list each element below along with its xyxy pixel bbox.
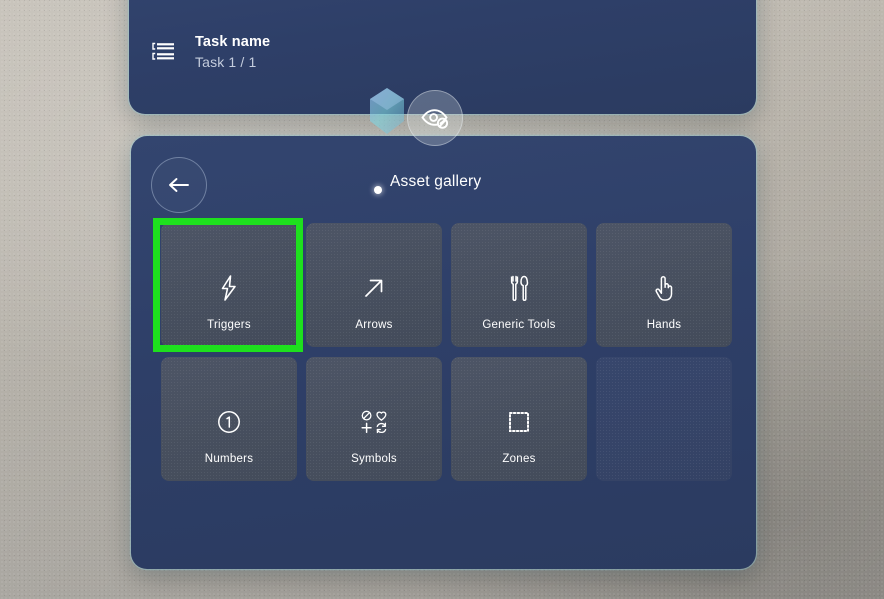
asset-category-grid: Triggers Arrows Generic Tools Hands Numb…: [161, 223, 732, 481]
asset-tile-label: Arrows: [355, 319, 393, 331]
asset-tile-hands[interactable]: Hands: [596, 223, 732, 347]
back-button[interactable]: [151, 157, 207, 213]
asset-tile-generic-tools[interactable]: Generic Tools: [451, 223, 587, 347]
page-title: Asset gallery: [390, 173, 482, 190]
arrow-left-icon: [169, 178, 189, 192]
asset-tile-symbols[interactable]: Symbols: [306, 357, 442, 481]
asset-tile-label: Zones: [502, 453, 536, 465]
symbols-grid-icon: [306, 407, 442, 437]
task-text-block: Task name Task 1 / 1: [195, 34, 270, 70]
dotted-square-icon: [451, 407, 587, 437]
task-step-counter: Task 1 / 1: [195, 53, 257, 70]
task-list-icon: [152, 42, 174, 60]
circled-one-icon: [161, 407, 297, 437]
asset-tile-label: Hands: [646, 319, 682, 331]
asset-tile-arrows[interactable]: Arrows: [306, 223, 442, 347]
asset-tile-label: Symbols: [351, 453, 397, 465]
hide-holograms-button[interactable]: [407, 90, 463, 146]
asset-tile-label: Triggers: [207, 319, 251, 331]
asset-tile-label: Numbers: [204, 453, 254, 465]
asset-tile-triggers[interactable]: Triggers: [161, 223, 297, 347]
lightning-bolt-icon: [161, 273, 297, 303]
asset-tile-numbers[interactable]: Numbers: [161, 357, 297, 481]
asset-tile-label: Generic Tools: [482, 319, 556, 331]
gaze-dot-cursor: [374, 186, 382, 194]
tools-icon: [451, 273, 587, 303]
pointing-hand-icon: [596, 273, 732, 303]
asset-tile-empty-slot: [596, 357, 732, 481]
eye-off-icon: [421, 109, 449, 129]
asset-tile-zones[interactable]: Zones: [451, 357, 587, 481]
mixed-reality-viewport: Task name Task 1 / 1 Asset gallery Trigg…: [0, 0, 884, 599]
task-summary-row[interactable]: Task name Task 1 / 1: [151, 34, 270, 70]
arrow-up-right-icon: [306, 273, 442, 303]
task-title: Task name: [195, 34, 271, 50]
